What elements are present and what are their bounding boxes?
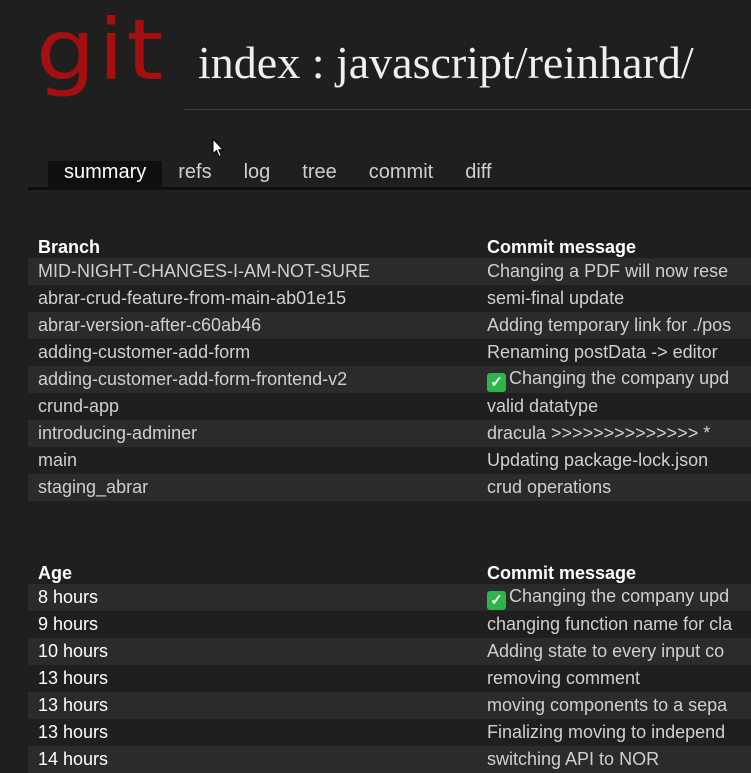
commit-age-cell[interactable]: 13 hours	[28, 692, 477, 719]
commit-message-cell[interactable]: Updating package-lock.json	[477, 447, 751, 474]
branch-row[interactable]: staging_abrar crud operations	[28, 474, 751, 501]
tab-diff[interactable]: diff	[449, 161, 507, 187]
commit-message-text[interactable]: removing comment	[487, 668, 640, 688]
column-header-branch: Branch	[38, 237, 101, 257]
commit-age-cell[interactable]: 14 hours	[28, 746, 477, 773]
column-header-age: Age	[38, 563, 73, 583]
commit-message-cell[interactable]: Adding state to every input co	[477, 638, 751, 665]
check-mark-icon: ✓	[487, 372, 506, 392]
commit-message-text[interactable]: Adding state to every input co	[487, 641, 724, 661]
commit-row[interactable]: 13 hours Finalizing moving to independ	[28, 719, 751, 746]
branch-row[interactable]: introducing-adminer dracula >>>>>>>>>>>>>…	[28, 420, 751, 447]
branch-row[interactable]: abrar-version-after-c60ab46 Adding tempor…	[28, 312, 751, 339]
tab-commit[interactable]: commit	[353, 161, 449, 187]
tab-bar: summary refs log tree commit diff	[28, 157, 751, 190]
branch-name-cell[interactable]: staging_abrar	[28, 474, 477, 501]
commit-message-cell[interactable]: changing function name for cla	[477, 611, 751, 638]
commit-message-cell[interactable]: Renaming postData -> editor	[477, 339, 751, 366]
commit-message-cell[interactable]: ✓ Changing the company upd	[477, 584, 751, 611]
commit-age-cell[interactable]: 8 hours	[28, 584, 477, 611]
commit-message-text[interactable]: dracula >>>>>>>>>>>>>> *	[487, 423, 710, 443]
commit-row[interactable]: 14 hours switching API to NOR	[28, 746, 751, 773]
commit-age-cell[interactable]: 9 hours	[28, 611, 477, 638]
branch-row[interactable]: adding-customer-add-form Renaming postDat…	[28, 339, 751, 366]
commit-message-text[interactable]: moving components to a sepa	[487, 695, 727, 715]
commit-message-text[interactable]: valid datatype	[487, 396, 598, 416]
column-header-commit-message: Commit message	[487, 563, 637, 583]
branch-name-cell[interactable]: adding-customer-add-form	[28, 339, 477, 366]
branch-name-cell[interactable]: adding-customer-add-form-frontend-v2	[28, 366, 477, 393]
commit-row[interactable]: 9 hours changing function name for cla	[28, 611, 751, 638]
commit-message-cell[interactable]: switching API to NOR	[477, 746, 751, 773]
commit-row[interactable]: 8 hours ✓ Changing the company upd	[28, 584, 751, 611]
commit-message-text[interactable]: Renaming postData -> editor	[487, 342, 718, 362]
branch-name-cell[interactable]: main	[28, 447, 477, 474]
commit-message-text[interactable]: Updating package-lock.json	[487, 450, 708, 470]
commit-message-text[interactable]: Adding temporary link for ./pos	[487, 315, 731, 335]
branch-table: Branch Commit message MID-NIGHT-CHANGES-…	[28, 232, 751, 501]
commit-message-text[interactable]: Changing the company upd	[509, 368, 729, 388]
commit-message-text[interactable]: semi-final update	[487, 288, 624, 308]
commit-message-cell[interactable]: dracula >>>>>>>>>>>>>> *	[477, 420, 751, 447]
branch-name-cell[interactable]: MID-NIGHT-CHANGES-I-AM-NOT-SURE	[28, 258, 477, 285]
commit-age-cell[interactable]: 10 hours	[28, 638, 477, 665]
commit-message-cell[interactable]: semi-final update	[477, 285, 751, 312]
commit-message-cell[interactable]: crud operations	[477, 474, 751, 501]
tab-summary[interactable]: summary	[48, 161, 163, 187]
tab-refs[interactable]: refs	[162, 161, 227, 187]
commit-row[interactable]: 10 hours Adding state to every input co	[28, 638, 751, 665]
commit-message-cell[interactable]: Adding temporary link for ./pos	[477, 312, 751, 339]
branch-row[interactable]: crund-app valid datatype	[28, 393, 751, 420]
commit-table: Age Commit message 8 hours ✓ Changing the …	[28, 558, 751, 773]
branch-row[interactable]: main Updating package-lock.json	[28, 447, 751, 474]
commit-message-text[interactable]: Changing the company upd	[509, 586, 729, 606]
branch-row[interactable]: adding-customer-add-form-frontend-v2 ✓ Cha…	[28, 366, 751, 393]
branch-name-cell[interactable]: crund-app	[28, 393, 477, 420]
commit-message-text[interactable]: changing function name for cla	[487, 614, 732, 634]
commit-message-text[interactable]: Finalizing moving to independ	[487, 722, 725, 742]
branch-row[interactable]: abrar-crud-feature-from-main-ab01e15 semi…	[28, 285, 751, 312]
commit-message-cell[interactable]: removing comment	[477, 665, 751, 692]
git-logo[interactable]: git	[36, 8, 165, 92]
check-mark-icon: ✓	[487, 590, 506, 610]
branch-name-cell[interactable]: abrar-version-after-c60ab46	[28, 312, 477, 339]
repo-title: index : javascript/reinhard/	[198, 37, 694, 88]
commit-message-cell[interactable]: valid datatype	[477, 393, 751, 420]
commit-message-cell[interactable]: Finalizing moving to independ	[477, 719, 751, 746]
branch-row[interactable]: MID-NIGHT-CHANGES-I-AM-NOT-SURE Changing …	[28, 258, 751, 285]
commit-message-text[interactable]: switching API to NOR	[487, 749, 659, 769]
tab-log[interactable]: log	[228, 161, 287, 187]
column-header-commit-message: Commit message	[487, 237, 637, 257]
commit-message-cell[interactable]: moving components to a sepa	[477, 692, 751, 719]
commit-message-text[interactable]: Changing a PDF will now rese	[487, 261, 728, 281]
commit-message-cell[interactable]: ✓ Changing the company upd	[477, 366, 751, 393]
tab-tree[interactable]: tree	[286, 161, 352, 187]
branch-name-cell[interactable]: abrar-crud-feature-from-main-ab01e15	[28, 285, 477, 312]
commit-age-cell[interactable]: 13 hours	[28, 719, 477, 746]
commit-message-text[interactable]: crud operations	[487, 477, 611, 497]
commit-age-cell[interactable]: 13 hours	[28, 665, 477, 692]
commit-row[interactable]: 13 hours moving components to a sepa	[28, 692, 751, 719]
branch-name-cell[interactable]: introducing-adminer	[28, 420, 477, 447]
commit-message-cell[interactable]: Changing a PDF will now rese	[477, 258, 751, 285]
commit-row[interactable]: 13 hours removing comment	[28, 665, 751, 692]
header-divider	[184, 109, 751, 110]
